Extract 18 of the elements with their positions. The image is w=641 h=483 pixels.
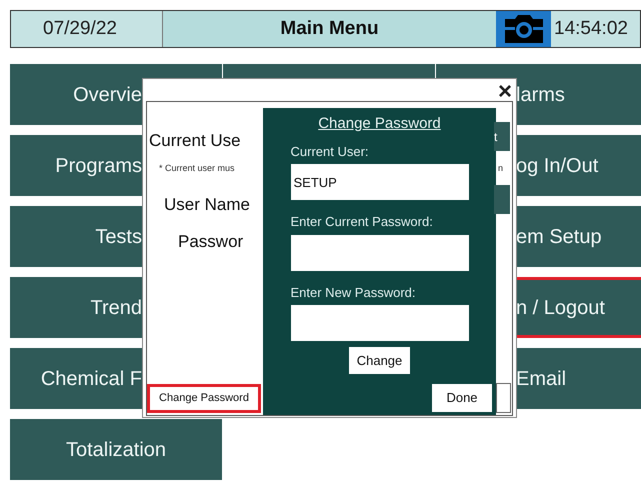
menu-tile[interactable]: Totalization [10,419,222,480]
hidden-button[interactable]: t [494,122,510,151]
hidden-button[interactable] [496,383,511,413]
clock-label: 14:54:02 [554,16,628,41]
screen-title: Main Menu [280,16,379,41]
input-field[interactable] [290,234,468,270]
field-label: Enter New Password: [290,284,416,302]
date-label: 07/29/22 [43,16,117,41]
note-text-fragment: n [498,162,504,175]
close-button[interactable]: × [498,80,512,104]
camera-button[interactable] [496,11,551,47]
input-field[interactable]: SETUP [290,164,468,200]
field-label: Current User: [290,142,370,160]
change-button[interactable]: Change [349,347,410,374]
change-password-button[interactable]: Change Password [147,384,261,413]
done-button[interactable]: Done [432,384,492,412]
input-field[interactable] [290,305,468,341]
field-label: Enter Current Password: [290,213,434,231]
